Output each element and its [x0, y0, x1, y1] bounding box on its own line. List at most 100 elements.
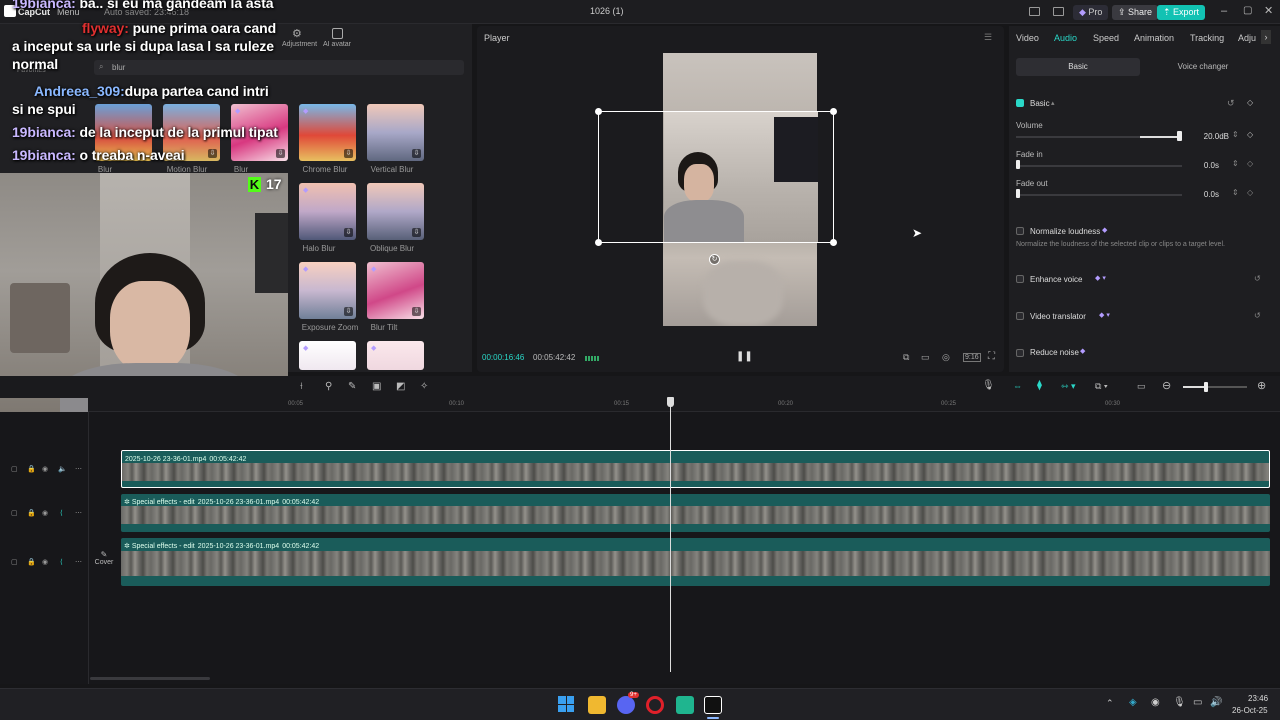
resize-handle[interactable]: [830, 239, 837, 246]
obs-icon[interactable]: [676, 696, 694, 714]
video-clip-effect[interactable]: ✲ Special effects - edit 2025-10-26 23-3…: [121, 494, 1270, 532]
keyframe-icon[interactable]: ◇: [1247, 159, 1253, 168]
track-select-icon[interactable]: ▢: [11, 558, 18, 566]
download-icon[interactable]: ⇩: [344, 307, 353, 316]
pro-button[interactable]: ◆ Pro: [1073, 5, 1109, 20]
crop-icon[interactable]: ▣: [372, 381, 381, 392]
download-icon[interactable]: ⇩: [412, 307, 421, 316]
effect-track-icon[interactable]: ⟨: [60, 509, 63, 517]
tab-ai-avatar[interactable]: AI avatar: [323, 41, 351, 48]
file-explorer-icon[interactable]: [588, 696, 606, 714]
auto-reframe-icon[interactable]: ✎: [348, 381, 356, 392]
ai-avatar-icon[interactable]: [332, 28, 343, 39]
timeline-scrollbar[interactable]: [90, 677, 210, 680]
download-icon[interactable]: ⇩: [412, 228, 421, 237]
tab-adjustment[interactable]: Adju: [1238, 33, 1256, 43]
zoom-out-icon[interactable]: ⊖: [1162, 379, 1171, 392]
microphone-icon[interactable]: 🎙: [982, 380, 995, 391]
close-icon[interactable]: ✕: [1264, 4, 1273, 17]
crop-icon[interactable]: ⧉: [903, 352, 909, 363]
download-icon[interactable]: ⇩: [412, 149, 421, 158]
aspect-ratio-button[interactable]: 9:16: [963, 353, 981, 362]
more-icon[interactable]: ⋯: [75, 558, 82, 566]
windows-start-icon[interactable]: [558, 696, 574, 712]
preview-axis-icon[interactable]: ⇿ ▾: [1061, 381, 1076, 392]
track-select-icon[interactable]: ▢: [11, 509, 18, 517]
stepper-icon[interactable]: ⇕: [1232, 130, 1239, 139]
fade-in-slider[interactable]: [1016, 165, 1182, 167]
more-icon[interactable]: ⋯: [75, 465, 82, 473]
fade-in-slider-thumb[interactable]: [1016, 160, 1020, 169]
download-icon[interactable]: ⇩: [276, 149, 285, 158]
microphone-tray-icon[interactable]: 🎙: [1173, 697, 1186, 708]
effect-thumb-halo-blur[interactable]: ◆ ⇩: [299, 183, 356, 240]
volume-icon[interactable]: 🔊: [1210, 697, 1222, 708]
lock-icon[interactable]: 🔒: [27, 465, 36, 473]
reset-icon[interactable]: ↺: [1254, 274, 1261, 283]
video-translator-checkbox[interactable]: [1016, 312, 1024, 320]
link-icon[interactable]: ⇔: [1013, 381, 1022, 391]
subtab-basic[interactable]: Basic: [1016, 58, 1140, 76]
discord-tray-icon[interactable]: ◉: [1151, 697, 1160, 708]
adjustment-icon[interactable]: ⚙: [292, 27, 306, 41]
maximize-icon[interactable]: ▢: [1243, 5, 1252, 16]
keyframe-icon[interactable]: ◇: [1247, 98, 1253, 107]
effect-thumb-blur-tilt[interactable]: ◆ ⇩: [367, 262, 424, 319]
reduce-noise-label[interactable]: Reduce noise: [1030, 348, 1079, 357]
keyframe-icon[interactable]: ◇: [1247, 188, 1253, 197]
ratio-icon[interactable]: ▭: [921, 352, 930, 363]
playhead-handle[interactable]: [667, 397, 674, 407]
effect-thumb[interactable]: ◆: [299, 341, 356, 370]
video-translator-label[interactable]: Video translator: [1030, 312, 1086, 321]
selection-box[interactable]: [595, 108, 837, 246]
timeline-ruler[interactable]: 00:05 00:10 00:15 00:20 00:25 00:30: [88, 398, 1280, 412]
stepper-icon[interactable]: ⇕: [1232, 159, 1239, 168]
download-icon[interactable]: ⇩: [208, 149, 217, 158]
discord-icon[interactable]: [617, 696, 635, 714]
playhead[interactable]: [670, 398, 671, 672]
normalize-label[interactable]: Normalize loudness: [1030, 227, 1100, 236]
fade-out-slider-thumb[interactable]: [1016, 189, 1020, 198]
resize-handle[interactable]: [595, 108, 602, 115]
keyframe-icon[interactable]: ◇: [1247, 130, 1253, 139]
layout-icon[interactable]: [1029, 7, 1040, 16]
volume-value[interactable]: 20.0dB: [1194, 132, 1229, 141]
rotate-handle-icon[interactable]: ↻: [709, 254, 720, 265]
tabs-scroll-right-icon[interactable]: ›: [1261, 30, 1271, 44]
snapshot-icon[interactable]: ◎: [942, 352, 950, 363]
tab-adjustment[interactable]: Adjustment: [282, 41, 317, 48]
eye-icon[interactable]: ◉: [42, 558, 48, 566]
share-button[interactable]: ⇪ Share: [1112, 5, 1159, 20]
download-icon[interactable]: ⇩: [344, 149, 353, 158]
eye-icon[interactable]: ◉: [42, 465, 48, 473]
more-icon[interactable]: ⋯: [75, 509, 82, 517]
fade-out-slider[interactable]: [1016, 194, 1182, 196]
fade-in-value[interactable]: 0.0s: [1194, 161, 1219, 170]
cover-button[interactable]: ✎ Cover: [94, 550, 114, 574]
effect-thumb-chrome-blur[interactable]: ◆ ⇩: [299, 104, 356, 161]
resize-handle[interactable]: [830, 108, 837, 115]
clock-date[interactable]: 26-Oct-25: [1232, 706, 1268, 715]
freeze-icon[interactable]: ⚲: [325, 381, 332, 392]
chevron-up-icon[interactable]: ⌃: [1106, 698, 1114, 709]
volume-slider-thumb[interactable]: [1177, 131, 1182, 141]
zoom-in-icon[interactable]: ⊕: [1257, 379, 1266, 392]
enhance-voice-label[interactable]: Enhance voice: [1030, 275, 1082, 284]
clock-time[interactable]: 23:46: [1248, 694, 1268, 703]
zoom-slider-thumb[interactable]: [1204, 382, 1208, 392]
network-icon[interactable]: ▭: [1193, 697, 1202, 708]
player-menu-icon[interactable]: ☰: [984, 32, 992, 43]
chevron-up-icon[interactable]: ▴: [1051, 99, 1055, 107]
effect-thumb-oblique-blur[interactable]: ⇩: [367, 183, 424, 240]
effect-thumb[interactable]: ◆: [367, 341, 424, 370]
minimize-icon[interactable]: –: [1221, 5, 1227, 17]
magnet-icon[interactable]: ⧫: [1037, 380, 1042, 391]
video-clip-effect[interactable]: ✲ Special effects - edit 2025-10-26 23-3…: [121, 538, 1270, 586]
lock-icon[interactable]: 🔒: [27, 509, 36, 517]
tab-video[interactable]: Video: [1016, 33, 1039, 43]
reduce-noise-checkbox[interactable]: [1016, 349, 1024, 357]
effect-thumb-vertical-blur[interactable]: ⇩: [367, 104, 424, 161]
search-input[interactable]: blur: [94, 60, 464, 75]
tab-animation[interactable]: Animation: [1134, 33, 1174, 43]
fullscreen-icon[interactable]: ⛶: [988, 351, 995, 362]
